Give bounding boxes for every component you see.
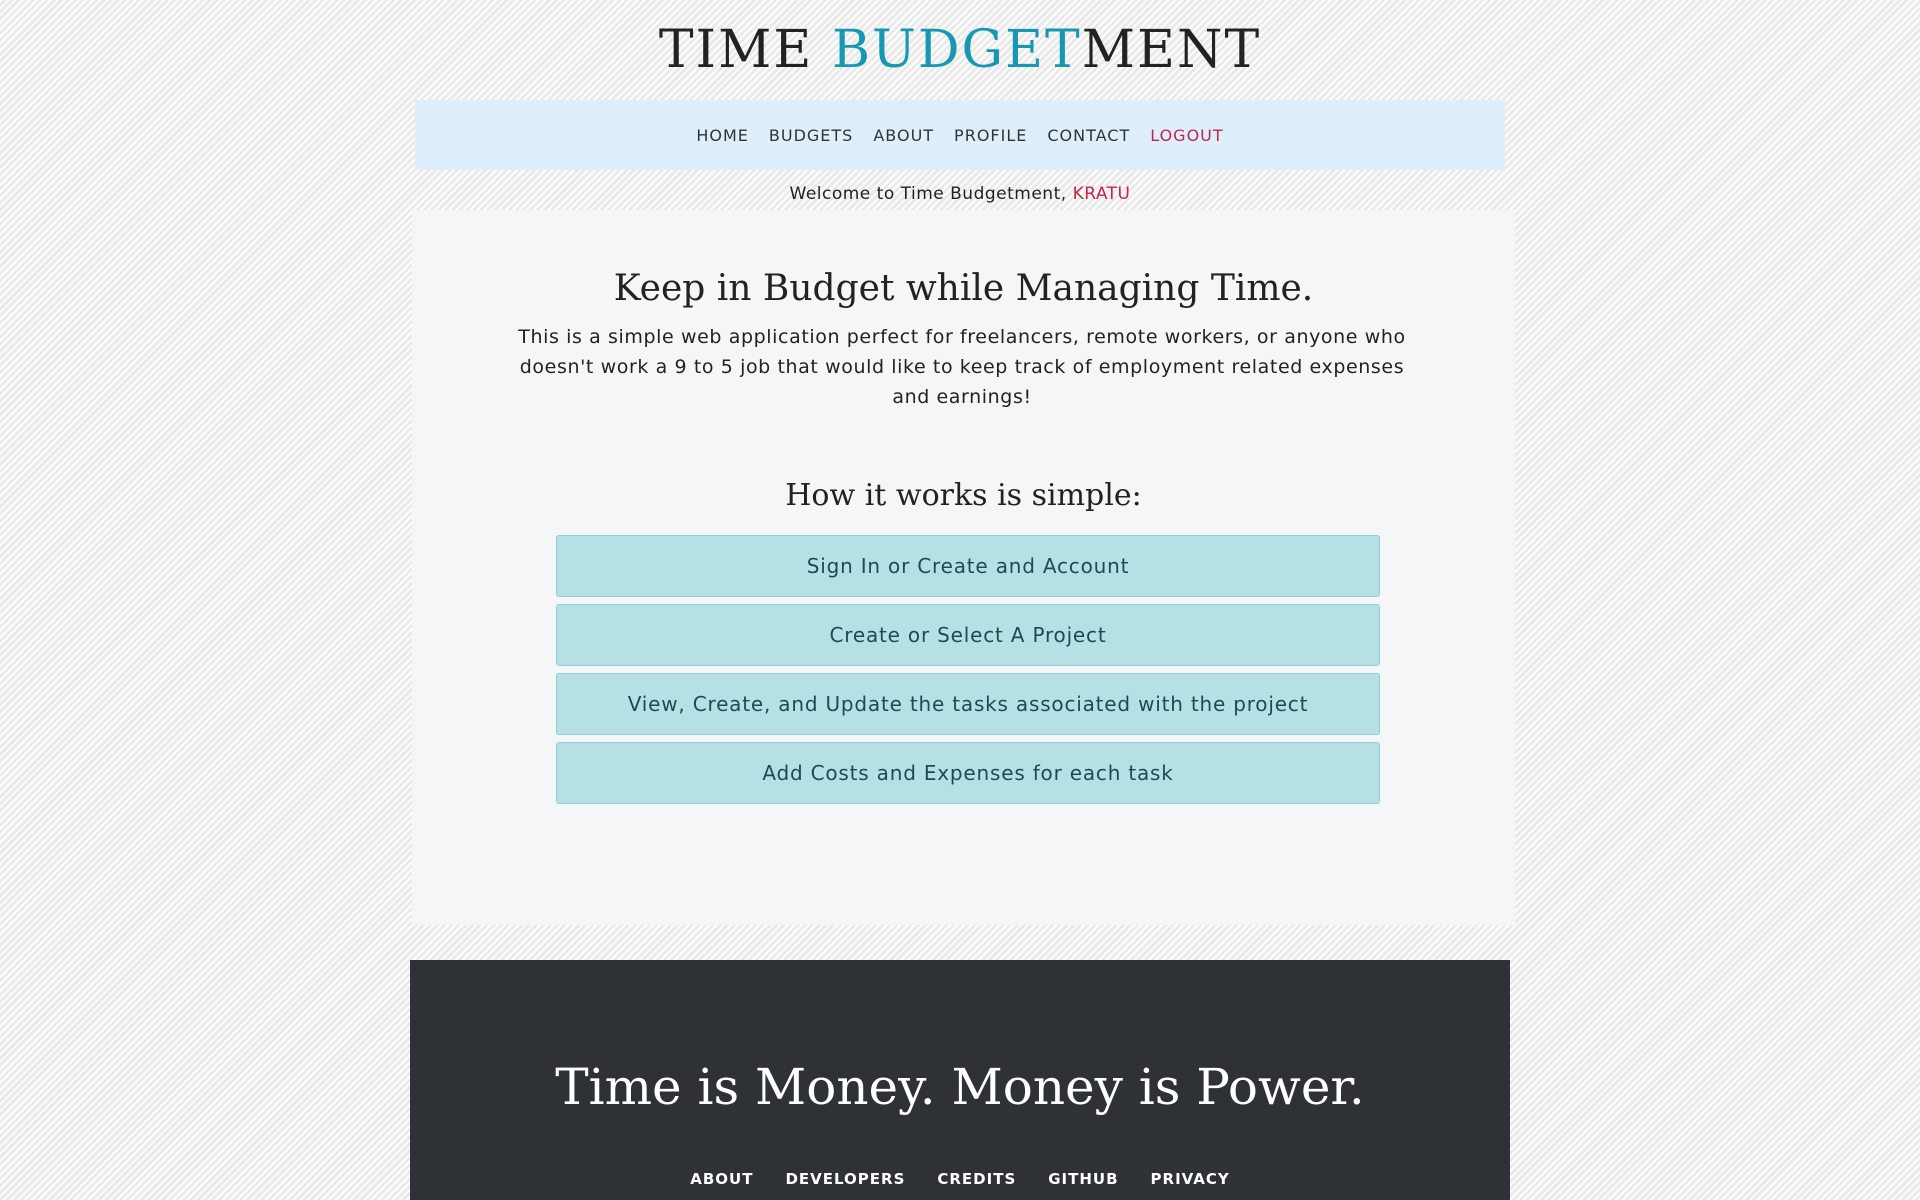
nav-home[interactable]: HOME <box>696 126 749 145</box>
footer-link-about[interactable]: ABOUT <box>690 1170 753 1188</box>
step-add-costs[interactable]: Add Costs and Expenses for each task <box>556 742 1380 804</box>
nav-budgets[interactable]: BUDGETS <box>769 126 853 145</box>
footer: Time is Money. Money is Power. ABOUT DEV… <box>410 960 1510 1200</box>
nav-profile[interactable]: PROFILE <box>954 126 1027 145</box>
intro-paragraph: This is a simple web application perfect… <box>518 326 1406 408</box>
steps-list: Sign In or Create and Account Create or … <box>556 535 1380 811</box>
site-title-accent: BUDGET <box>831 20 1082 80</box>
step-manage-tasks[interactable]: View, Create, and Update the tasks assoc… <box>556 673 1380 735</box>
footer-link-credits[interactable]: CREDITS <box>937 1170 1016 1188</box>
step-sign-in[interactable]: Sign In or Create and Account <box>556 535 1380 597</box>
how-it-works-title: How it works is simple: <box>785 478 1142 513</box>
site-title: TIME BUDGETMENT <box>0 18 1920 82</box>
nav-logout[interactable]: LOGOUT <box>1150 126 1223 145</box>
welcome-message: Welcome to Time Budgetment, KRATU <box>0 184 1920 204</box>
footer-tagline: Time is Money. Money is Power. <box>555 1058 1365 1116</box>
welcome-text: Welcome to Time Budgetment, <box>789 184 1073 204</box>
site-title-part1: TIME <box>658 20 832 80</box>
nav-about[interactable]: ABOUT <box>873 126 934 145</box>
welcome-username[interactable]: KRATU <box>1073 184 1131 204</box>
main-nav: HOME BUDGETS ABOUT PROFILE CONTACT LOGOU… <box>415 100 1505 170</box>
nav-contact[interactable]: CONTACT <box>1047 126 1130 145</box>
footer-link-developers[interactable]: DEVELOPERS <box>785 1170 905 1188</box>
footer-link-privacy[interactable]: PRIVACY <box>1151 1170 1230 1188</box>
footer-links: ABOUT DEVELOPERS CREDITS GITHUB PRIVACY <box>410 1170 1510 1188</box>
page-headline: Keep in Budget while Managing Time. <box>613 268 1314 309</box>
footer-link-github[interactable]: GITHUB <box>1048 1170 1118 1188</box>
step-select-project[interactable]: Create or Select A Project <box>556 604 1380 666</box>
main-card: Keep in Budget while Managing Time. This… <box>412 210 1515 925</box>
site-title-part2: MENT <box>1081 20 1262 80</box>
